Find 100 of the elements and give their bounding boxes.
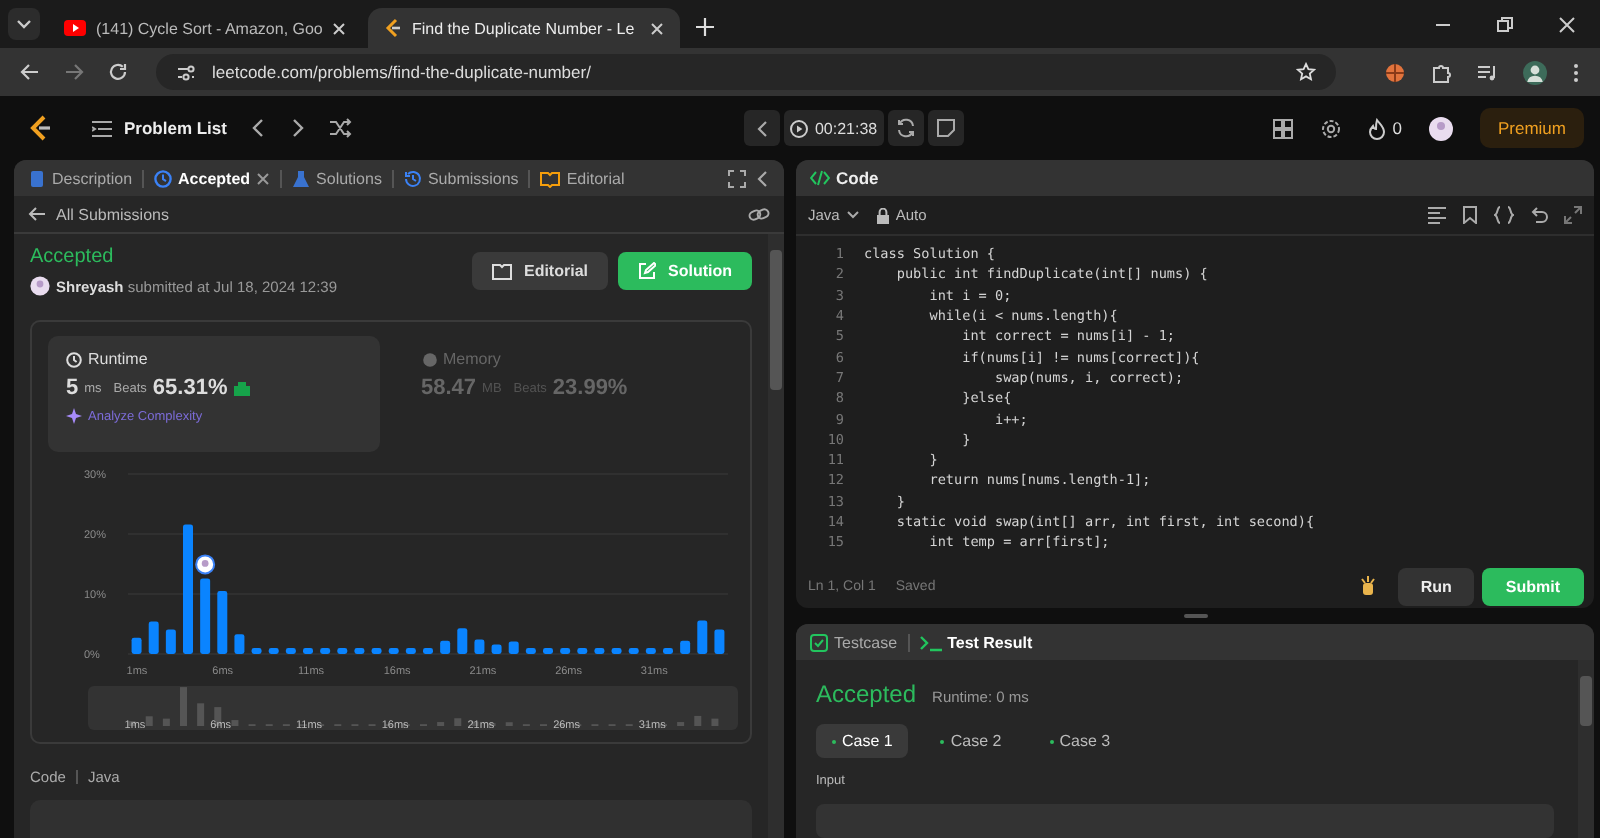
- bar[interactable]: [680, 640, 691, 654]
- case-tab[interactable]: Case 3: [1033, 724, 1127, 758]
- sparkle-icon: [66, 408, 82, 424]
- bar[interactable]: [234, 634, 245, 654]
- bar[interactable]: [645, 648, 656, 654]
- browser-tab[interactable]: (141) Cycle Sort - Amazon, Goo: [48, 8, 360, 48]
- bar[interactable]: [320, 648, 331, 654]
- bar[interactable]: [285, 648, 296, 654]
- settings-icon[interactable]: [1320, 117, 1343, 139]
- run-button[interactable]: Run: [1398, 567, 1474, 605]
- case-tab[interactable]: Case 1: [816, 724, 909, 758]
- next-icon[interactable]: [290, 118, 307, 138]
- problem-list-button[interactable]: Problem List: [92, 118, 227, 138]
- shuffle-icon[interactable]: [330, 118, 353, 138]
- bar[interactable]: [217, 591, 228, 654]
- scrollbar-thumb[interactable]: [770, 250, 782, 390]
- panel-tab[interactable]: Accepted: [154, 169, 271, 187]
- undo-icon[interactable]: [1530, 206, 1548, 224]
- premium-button[interactable]: Premium: [1479, 108, 1584, 148]
- panel-tab[interactable]: Test Result: [919, 633, 1033, 651]
- bar[interactable]: [474, 639, 485, 654]
- bar[interactable]: [663, 648, 673, 654]
- scrollbar[interactable]: [768, 234, 784, 838]
- bar[interactable]: [543, 648, 553, 654]
- bar[interactable]: [148, 621, 159, 654]
- bar[interactable]: [525, 648, 536, 654]
- site-settings-icon[interactable]: [176, 63, 196, 81]
- address-bar[interactable]: leetcode.com/problems/find-the-duplicate-number/: [156, 54, 1336, 90]
- scrollbar-thumb[interactable]: [1580, 676, 1592, 726]
- panel-tab[interactable]: Description: [28, 169, 133, 187]
- reload-icon[interactable]: [108, 62, 128, 82]
- braces-icon[interactable]: [1494, 206, 1514, 224]
- close-icon[interactable]: [256, 171, 271, 185]
- bar[interactable]: [440, 640, 451, 654]
- bar[interactable]: [594, 648, 605, 654]
- star-icon[interactable]: [1296, 62, 1316, 82]
- bar[interactable]: [491, 644, 502, 654]
- timer[interactable]: 00:21:38: [784, 110, 884, 146]
- new-tab-icon[interactable]: [696, 18, 714, 36]
- bar[interactable]: [405, 648, 416, 654]
- bar[interactable]: [508, 641, 519, 654]
- restore-icon[interactable]: [1496, 16, 1514, 34]
- media-icon[interactable]: [1476, 61, 1498, 83]
- close-icon[interactable]: [650, 21, 664, 35]
- editorial-button[interactable]: Editorial: [471, 252, 608, 290]
- panel-tab[interactable]: Solutions: [292, 169, 382, 187]
- runtime-title: Runtime: [88, 350, 148, 368]
- back-icon[interactable]: [20, 62, 40, 82]
- fullscreen-icon[interactable]: [728, 169, 746, 187]
- format-icon[interactable]: [1428, 206, 1446, 224]
- bar[interactable]: [371, 648, 382, 654]
- bar[interactable]: [251, 648, 262, 654]
- bar[interactable]: [200, 578, 211, 654]
- bar[interactable]: [577, 648, 588, 654]
- book-icon: [540, 169, 561, 187]
- collapse-icon[interactable]: [756, 169, 770, 187]
- browser-tab[interactable]: Find the Duplicate Number - Le: [368, 8, 680, 48]
- tab-search-button[interactable]: [8, 8, 40, 40]
- resize-handle[interactable]: [1183, 614, 1207, 618]
- notes-button[interactable]: [927, 110, 964, 146]
- previous-icon[interactable]: [250, 118, 267, 138]
- bar[interactable]: [628, 648, 639, 654]
- edit-icon: [638, 262, 656, 280]
- layout-icon[interactable]: [1272, 117, 1295, 139]
- bar[interactable]: [165, 629, 176, 654]
- close-icon[interactable]: [1558, 16, 1576, 34]
- timer-collapse-button[interactable]: [744, 110, 781, 146]
- avatar-icon[interactable]: [1427, 115, 1454, 141]
- forward-icon[interactable]: [64, 62, 84, 82]
- user-marker: [195, 554, 216, 575]
- bar[interactable]: [303, 648, 313, 654]
- bar[interactable]: [268, 648, 279, 654]
- bar[interactable]: [611, 648, 622, 654]
- profile-icon[interactable]: [1522, 59, 1548, 85]
- bar[interactable]: [560, 648, 571, 654]
- bar[interactable]: [388, 648, 399, 654]
- all-submissions-link[interactable]: All Submissions: [28, 205, 169, 223]
- streak-counter[interactable]: 0: [1368, 117, 1402, 139]
- link-icon[interactable]: [748, 205, 770, 223]
- scrollbar[interactable]: [1578, 660, 1594, 838]
- menu-icon[interactable]: [1572, 61, 1580, 83]
- bar[interactable]: [423, 648, 433, 654]
- leetcode-logo-icon[interactable]: [28, 114, 52, 142]
- panel-tab[interactable]: Editorial: [540, 169, 625, 187]
- case-tab[interactable]: Case 2: [924, 724, 1018, 758]
- expand-icon[interactable]: [1564, 206, 1582, 224]
- extension-icon[interactable]: [1384, 61, 1406, 83]
- bar[interactable]: [354, 648, 365, 654]
- panel-tab[interactable]: Submissions: [403, 169, 519, 187]
- chevron-down-icon: [845, 210, 860, 220]
- reset-timer-button[interactable]: [887, 110, 924, 146]
- bar[interactable]: [337, 648, 348, 654]
- bar[interactable]: [131, 637, 142, 654]
- bar[interactable]: [697, 620, 708, 654]
- bar[interactable]: [714, 629, 725, 654]
- panel-tab[interactable]: Testcase: [810, 633, 898, 651]
- bookmark-icon[interactable]: [1462, 206, 1478, 224]
- puzzle-icon[interactable]: [1430, 61, 1452, 83]
- close-icon[interactable]: [332, 21, 347, 35]
- bar[interactable]: [457, 628, 468, 654]
